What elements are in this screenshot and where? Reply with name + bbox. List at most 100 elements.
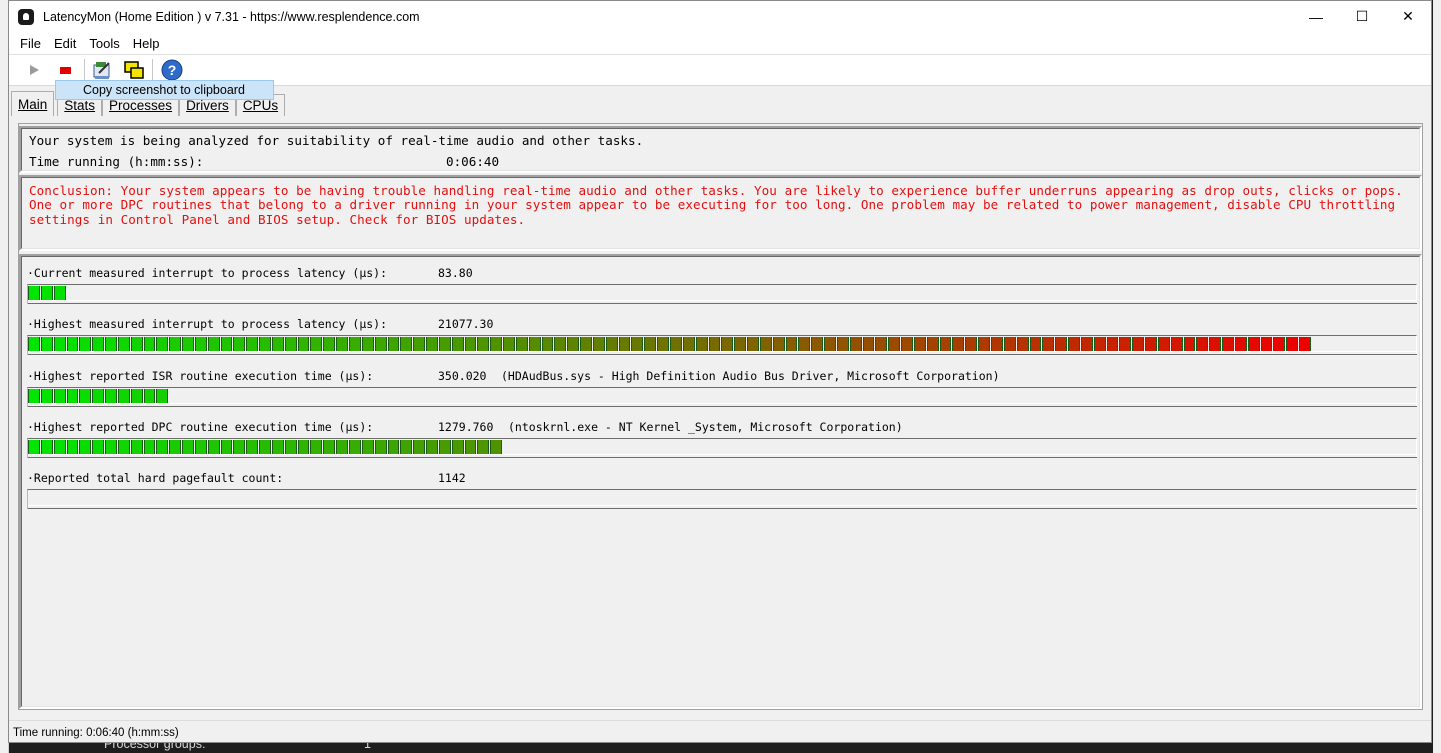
latency-bar-segment [143, 388, 156, 403]
status-bar-text: Time running: 0:06:40 (h:mm:ss) [13, 727, 179, 739]
latency-bar-segment [1080, 337, 1093, 352]
toolbar-separator [152, 59, 153, 81]
latency-bar-segment [28, 286, 40, 300]
latency-bar-segment [53, 286, 66, 300]
latency-bar-segment [323, 337, 336, 352]
latency-bar-segment [40, 388, 53, 403]
close-button[interactable]: ✕ [1385, 1, 1431, 32]
latency-bar-segment [156, 439, 169, 454]
latency-bar-segment [92, 439, 105, 454]
latency-bar-segment [53, 337, 66, 352]
latency-bar-segment [503, 337, 515, 352]
menu-tools[interactable]: Tools [84, 36, 124, 51]
latency-bar-segment [117, 337, 130, 352]
latency-bar-segment [40, 337, 53, 352]
latency-bar-segment [105, 337, 117, 352]
latency-bar-segment [1183, 337, 1196, 352]
latency-bar [27, 386, 1417, 407]
latency-bar-segment [952, 337, 965, 352]
latency-bar-segment [490, 337, 503, 352]
tab-main[interactable]: Main [11, 91, 55, 116]
copy-screenshot-icon [124, 61, 144, 79]
latency-bar-segment [849, 337, 862, 352]
help-button[interactable]: ? [160, 58, 184, 82]
latency-bar-segment [1273, 337, 1286, 352]
latency-bar-segment [182, 337, 194, 352]
latency-bar-segment [1222, 337, 1234, 352]
metric-label: ·Reported total hard pagefault count: [27, 471, 284, 486]
latency-bar-segment [310, 439, 323, 454]
menu-help[interactable]: Help [128, 36, 165, 51]
latency-bar-segment [271, 439, 284, 454]
latency-bar-segment [695, 337, 708, 352]
tab-label: Processes [109, 98, 173, 113]
menu-edit[interactable]: Edit [49, 36, 81, 51]
main-tab-panel: Your system is being analyzed for suitab… [18, 123, 1423, 710]
latency-bar-segment [605, 337, 618, 352]
latency-bar-segment [824, 337, 836, 352]
latency-bar-segment [169, 337, 182, 352]
window-title: LatencyMon (Home Edition ) v 7.31 - http… [43, 9, 420, 24]
latency-bar-base [28, 505, 1417, 510]
latency-bar-segment [92, 337, 105, 352]
svg-text:?: ? [168, 62, 177, 78]
minimize-button[interactable]: — [1293, 1, 1339, 32]
latency-bar-segment [297, 439, 310, 454]
latency-bar-segment [528, 337, 541, 352]
latency-bar-segment [451, 337, 464, 352]
tab-label: Drivers [186, 98, 229, 113]
latency-bar-segment [1260, 337, 1273, 352]
metric-value: 350.020 [438, 368, 487, 383]
latency-bar-segment [400, 439, 413, 454]
copy-screenshot-button[interactable] [122, 58, 146, 82]
latency-bar-segment [721, 337, 734, 352]
latency-bar-segment [336, 439, 348, 454]
stop-button[interactable] [53, 58, 77, 82]
latency-bar-segment [92, 388, 105, 403]
latency-bar-segment [53, 439, 66, 454]
analysis-status-text: Your system is being analyzed for suitab… [29, 133, 644, 148]
window-controls: — ☐ ✕ [1293, 1, 1431, 32]
title-bar[interactable]: LatencyMon (Home Edition ) v 7.31 - http… [9, 1, 1431, 32]
toolbar-separator [84, 59, 85, 81]
menu-file[interactable]: File [15, 36, 46, 51]
latency-bar-segment [1119, 337, 1132, 352]
latency-bar-segment [413, 439, 426, 454]
latency-bar-segment [349, 337, 361, 352]
latency-bar-segment [1234, 337, 1247, 352]
latency-bar-segment [1003, 337, 1016, 352]
latency-bar-segment [1132, 337, 1145, 352]
latency-bar-segment [246, 439, 259, 454]
latency-bar-segment [194, 439, 207, 454]
tab-label: CPUs [242, 98, 279, 113]
latency-bar-segment [670, 337, 682, 352]
latency-bar-segment [631, 337, 644, 352]
latency-bar-segment [182, 439, 194, 454]
latency-bar-segment [194, 337, 207, 352]
start-button[interactable] [22, 58, 46, 82]
latency-bar-segment [1170, 337, 1183, 352]
latency-bar-segment [811, 337, 824, 352]
latency-bar-segment [374, 337, 387, 352]
tab-label: Main [18, 96, 48, 112]
latency-bar-segment [1145, 337, 1157, 352]
latency-bar [27, 284, 1417, 304]
latency-bar-segment [310, 337, 323, 352]
report-button[interactable] [90, 58, 114, 82]
latency-bar-segment [772, 337, 785, 352]
latency-bar-segment [978, 337, 990, 352]
conclusion-text: Conclusion: Your system appears to be ha… [29, 183, 1403, 227]
latency-bar-segment [28, 439, 40, 454]
latency-bar-segment [207, 337, 220, 352]
latency-bar-segment [66, 388, 79, 403]
latency-bar-segment [464, 337, 477, 352]
latency-bar-segment [220, 337, 233, 352]
latency-bar-segment [451, 439, 464, 454]
latency-bar-segment [117, 388, 130, 403]
status-bar: Time running: 0:06:40 (h:mm:ss) [9, 720, 1431, 742]
latency-bar-segment [79, 337, 92, 352]
latency-bar-segment [541, 337, 554, 352]
latency-bar-segment [143, 439, 156, 454]
latency-bar-segment [592, 337, 605, 352]
maximize-button[interactable]: ☐ [1339, 1, 1385, 32]
